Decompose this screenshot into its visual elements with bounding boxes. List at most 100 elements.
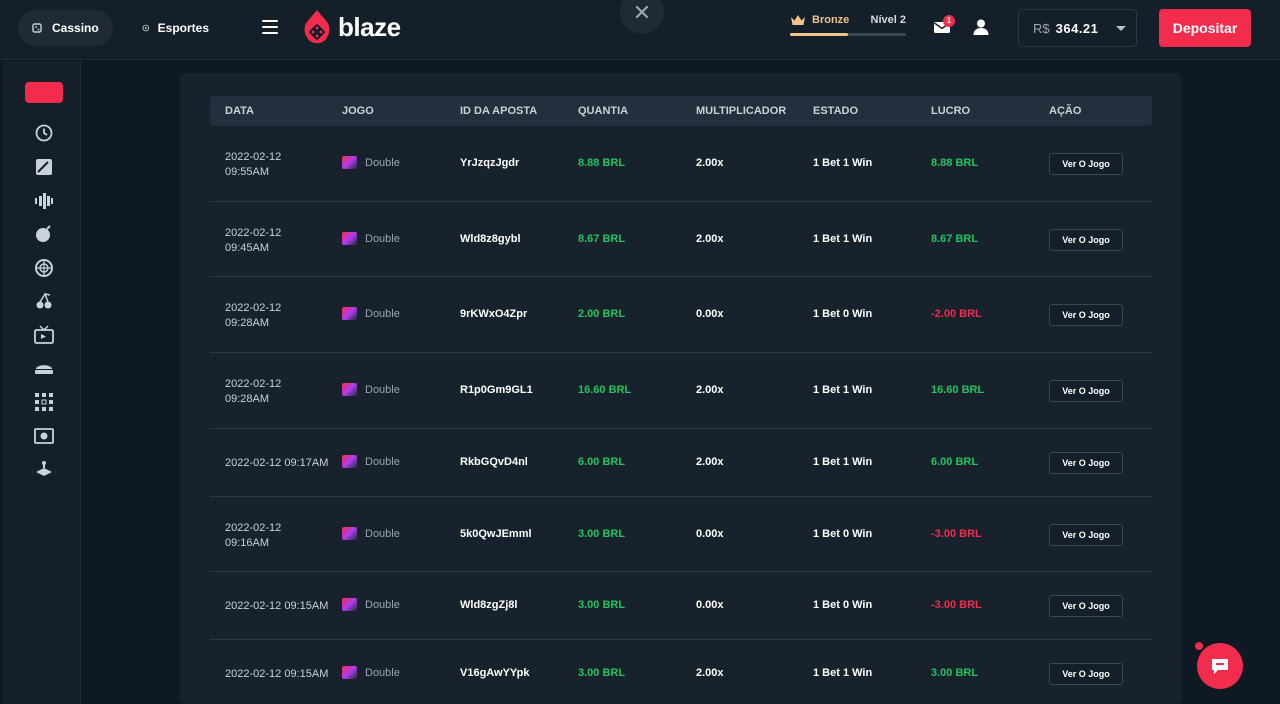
crash-icon[interactable]: [34, 157, 54, 177]
rank-bar-fill: [790, 33, 848, 36]
double-game-icon: [342, 598, 357, 611]
bet-id: Wld8z8gybl: [460, 233, 521, 245]
bet-profit: -3.00 BRL: [931, 528, 982, 540]
bet-id: RkbGQvD4nl: [460, 456, 528, 468]
bet-date: 2022-02-12 09:17AM: [225, 457, 329, 469]
bet-id: V16gAwYYpk: [460, 667, 530, 679]
bet-profit: 6.00 BRL: [931, 456, 979, 468]
blaze-logo-icon: [304, 10, 330, 44]
table-row: 2022-02-12 09:17AM Double RkbGQvD4nl 6.00 B…: [210, 429, 1152, 497]
bet-amount: 3.00 BRL: [578, 599, 626, 611]
bet-date: 2022-02-12 09:16AM: [225, 522, 282, 549]
view-game-button[interactable]: Ver O Jogo: [1049, 153, 1123, 175]
bet-multiplier: 2.00x: [696, 667, 724, 679]
history-icon[interactable]: [34, 123, 54, 143]
bet-state: 1 Bet 0 Win: [813, 528, 873, 540]
view-game-button[interactable]: Ver O Jogo: [1049, 304, 1123, 326]
bet-multiplier: 2.00x: [696, 384, 724, 396]
double-game-icon: [342, 383, 357, 396]
bet-amount: 3.00 BRL: [578, 667, 626, 679]
tab-cassino-label: Cassino: [52, 21, 99, 35]
bet-amount: 6.00 BRL: [578, 456, 626, 468]
header-game: JOGO: [342, 105, 374, 117]
bet-game[interactable]: Double: [342, 307, 400, 320]
rank-name: Bronze: [812, 14, 850, 26]
header-action: AÇÃO: [1049, 105, 1082, 117]
tab-esportes[interactable]: Esportes: [128, 10, 223, 46]
bet-amount: 3.00 BRL: [578, 528, 626, 540]
dice-grid-icon[interactable]: [34, 392, 54, 412]
bet-game[interactable]: Double: [342, 527, 400, 540]
money-icon[interactable]: [34, 426, 54, 446]
table-row: 2022-02-12 09:15AM Double Wld8zgZj8l 3.00 B…: [210, 572, 1152, 640]
bet-amount: 8.88 BRL: [578, 157, 626, 169]
mines-icon[interactable]: [34, 224, 54, 244]
menu-icon[interactable]: [262, 20, 278, 34]
chat-button[interactable]: [1197, 643, 1243, 689]
bet-multiplier: 0.00x: [696, 599, 724, 611]
roulette-icon[interactable]: [34, 258, 54, 278]
bet-state: 1 Bet 1 Win: [813, 157, 873, 169]
bet-amount: 8.67 BRL: [578, 233, 626, 245]
home-icon[interactable]: [25, 82, 63, 103]
double-icon[interactable]: [34, 191, 54, 211]
bet-game[interactable]: Double: [342, 455, 400, 468]
double-game-icon: [342, 232, 357, 245]
bet-game[interactable]: Double: [342, 598, 400, 611]
bet-state: 1 Bet 1 Win: [813, 667, 873, 679]
view-game-button[interactable]: Ver O Jogo: [1049, 595, 1123, 617]
table-row: 2022-02-12 09:16AM Double 5k0QwJEmml 3.00 B…: [210, 497, 1152, 572]
double-game-icon: [342, 307, 357, 320]
view-game-button[interactable]: Ver O Jogo: [1049, 663, 1123, 685]
rank-progress[interactable]: Bronze Nível 2: [790, 14, 906, 36]
bet-game-name: Double: [365, 666, 400, 679]
bet-id: YrJzqzJgdr: [460, 157, 520, 169]
double-game-icon: [342, 527, 357, 540]
tab-cassino[interactable]: Cassino: [18, 10, 113, 46]
mail-badge: 1: [943, 15, 955, 27]
rank-bar: [790, 33, 906, 36]
view-game-button[interactable]: Ver O Jogo: [1049, 229, 1123, 251]
header-amount: QUANTIA: [578, 105, 629, 117]
blackjack-icon[interactable]: [34, 359, 54, 379]
crown-icon: [791, 15, 805, 25]
double-game-icon: [342, 156, 357, 169]
deposit-button[interactable]: Depositar: [1159, 9, 1251, 47]
bet-state: 1 Bet 1 Win: [813, 456, 873, 468]
slots-icon[interactable]: [34, 291, 54, 311]
bet-game-name: Double: [365, 527, 400, 540]
tower-icon[interactable]: [34, 459, 54, 479]
double-game-icon: [342, 666, 357, 679]
bet-date: 2022-02-12 09:28AM: [225, 378, 282, 405]
chat-icon: [1212, 659, 1228, 674]
rank-level: Nível 2: [870, 14, 906, 26]
view-game-button[interactable]: Ver O Jogo: [1049, 524, 1123, 546]
header-profit: LUCRO: [931, 105, 971, 117]
bet-game-name: Double: [365, 156, 400, 169]
balance-value: 364.21: [1055, 20, 1099, 36]
bet-game[interactable]: Double: [342, 383, 400, 396]
table-row: 2022-02-12 09:28AM Double 9rKWxO4Zpr 2.00 B…: [210, 277, 1152, 353]
dice-icon: [32, 23, 42, 33]
bet-date: 2022-02-12 09:55AM: [225, 151, 282, 178]
bet-id: Wld8zgZj8l: [460, 599, 518, 611]
bet-game[interactable]: Double: [342, 666, 400, 679]
view-game-button[interactable]: Ver O Jogo: [1049, 380, 1123, 402]
user-icon[interactable]: [972, 18, 990, 36]
bet-date: 2022-02-12 09:28AM: [225, 302, 282, 329]
logo[interactable]: blaze: [302, 8, 401, 46]
bet-game[interactable]: Double: [342, 156, 400, 169]
bet-id: 9rKWxO4Zpr: [460, 308, 528, 320]
tv-icon[interactable]: [34, 325, 54, 345]
bet-multiplier: 0.00x: [696, 308, 724, 320]
chevron-down-icon: [1116, 25, 1126, 31]
view-game-button[interactable]: Ver O Jogo: [1049, 452, 1123, 474]
bet-state: 1 Bet 1 Win: [813, 233, 873, 245]
bet-date: 2022-02-12 09:15AM: [225, 668, 329, 680]
balance-dropdown[interactable]: R$ 364.21: [1018, 9, 1137, 47]
sidebar: [3, 61, 81, 704]
bet-amount: 16.60 BRL: [578, 384, 632, 396]
bet-state: 1 Bet 0 Win: [813, 308, 873, 320]
tab-esportes-label: Esportes: [157, 21, 209, 35]
bet-game[interactable]: Double: [342, 232, 400, 245]
